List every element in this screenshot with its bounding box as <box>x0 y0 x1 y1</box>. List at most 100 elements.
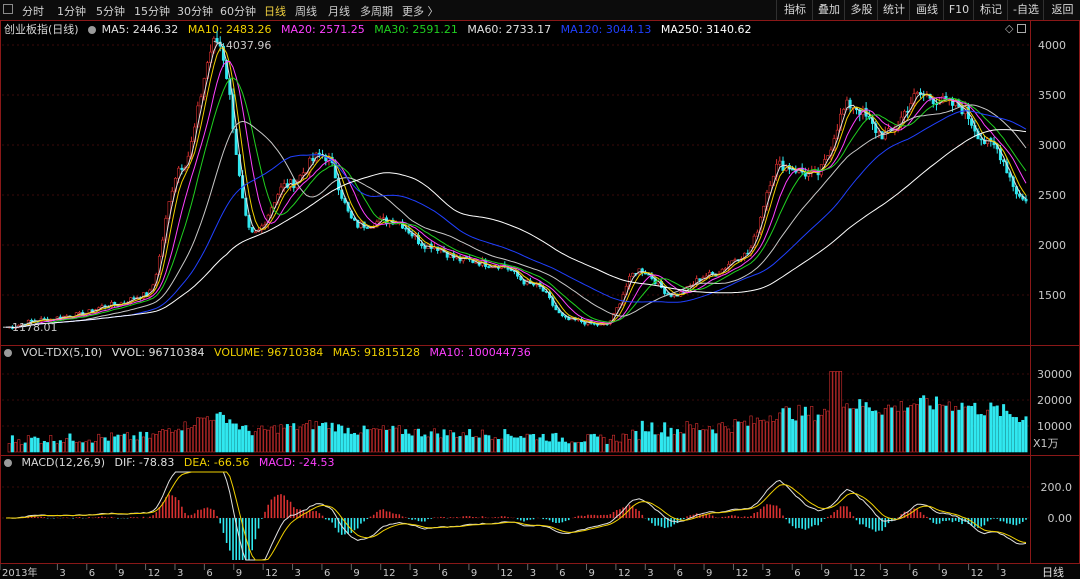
volume-bar <box>416 428 420 453</box>
volume-bar <box>711 429 715 453</box>
volume-bar <box>205 416 209 453</box>
volume-bar <box>679 432 683 453</box>
volume-bar <box>874 410 878 453</box>
volume-bar <box>231 423 235 453</box>
volume-bar <box>420 436 424 453</box>
low-annotation: 1178.01 <box>12 321 58 334</box>
volume-bar <box>474 436 478 453</box>
volume-bar <box>880 414 884 453</box>
volume-bar <box>570 441 574 453</box>
volume-bar <box>218 412 222 453</box>
volume-bar <box>797 404 801 453</box>
volume-bar <box>781 408 785 453</box>
date-label: 3 <box>59 568 65 579</box>
volume-bar <box>970 406 974 453</box>
volume-bar <box>196 417 200 453</box>
volume-bar <box>138 431 142 453</box>
volume-bar <box>49 435 53 453</box>
volume-bar <box>887 404 891 453</box>
volume-bar <box>835 371 839 453</box>
candle-body <box>301 172 305 176</box>
volume-bar <box>883 407 887 453</box>
date-label: 12 <box>735 568 748 579</box>
kline-chart[interactable]: 4037.96 1178.01 4000 3500 3000 2500 2000 1500 3… <box>0 0 1080 579</box>
volume-tick-label: 20000 <box>1037 394 1072 407</box>
volume-bar <box>775 419 779 453</box>
volume-bar <box>922 395 926 453</box>
volume-bar <box>592 433 596 453</box>
volume-bar <box>966 405 970 453</box>
volume-bar <box>423 434 427 453</box>
ma30-line <box>5 77 1027 329</box>
volume-bar <box>343 433 347 453</box>
volume-bar <box>375 428 379 453</box>
volume-bar <box>800 415 804 453</box>
volume-bar <box>126 432 130 453</box>
volume-unit-label: X1万 <box>1033 437 1059 450</box>
volume-bar <box>1024 416 1028 453</box>
volume-bar <box>560 437 564 453</box>
volume-bar <box>221 414 225 453</box>
volume-bar <box>618 441 622 453</box>
volume-bar <box>298 426 302 453</box>
volume-bar <box>353 432 357 453</box>
volume-bar <box>749 415 753 453</box>
volume-bar <box>132 435 136 453</box>
volume-bar <box>928 405 932 453</box>
candle-body <box>404 227 408 230</box>
volume-bar <box>116 434 120 453</box>
volume-bar <box>746 425 750 453</box>
volume-bar <box>311 429 315 453</box>
volume-bar <box>656 434 660 453</box>
volume-bar <box>269 426 273 453</box>
volume-bar <box>273 425 277 453</box>
volume-bar <box>628 438 632 453</box>
candle-body <box>592 322 596 325</box>
volume-bar <box>100 437 104 453</box>
volume-bar <box>289 426 293 453</box>
volume-bar <box>522 437 526 453</box>
volume-bar <box>583 441 587 453</box>
volume-bar <box>445 435 449 453</box>
volume-bar <box>954 406 958 453</box>
volume-bar <box>944 405 948 453</box>
volume-bar <box>602 436 606 453</box>
volume-bar <box>791 419 795 453</box>
volume-bar <box>909 405 913 453</box>
volume-bar <box>653 434 657 453</box>
volume-bar <box>458 436 462 453</box>
volume-bar <box>33 436 37 453</box>
date-label: 12 <box>853 568 866 579</box>
volume-bar <box>362 425 366 453</box>
volume-bar <box>10 435 14 453</box>
volume-bar <box>807 414 811 453</box>
volume-bar <box>52 440 56 453</box>
volume-bar <box>848 408 852 453</box>
volume-bar <box>186 428 190 453</box>
volume-bar <box>1018 421 1022 453</box>
volume-bar <box>979 414 983 453</box>
volume-bar <box>842 406 846 453</box>
candle-body <box>791 168 795 171</box>
candle-body <box>381 217 385 220</box>
volume-bar <box>612 434 616 453</box>
volume-bar <box>20 444 24 453</box>
volume-bar <box>893 405 897 453</box>
period-label: 日线 <box>1042 565 1064 579</box>
volume-bar <box>755 417 759 453</box>
date-label: 6 <box>89 568 95 579</box>
volume-bar <box>439 437 443 453</box>
volume-bar <box>551 433 555 453</box>
volume-bar <box>871 410 875 453</box>
candle-body <box>733 259 737 262</box>
volume-bar <box>65 438 69 453</box>
volume-bar <box>154 434 158 453</box>
date-label: 9 <box>706 568 712 579</box>
ma5-line <box>5 41 1027 328</box>
volume-bar <box>902 410 906 453</box>
volume-bar <box>535 439 539 453</box>
volume-bar <box>212 419 216 453</box>
volume-bar <box>778 412 782 453</box>
date-label: 6 <box>912 568 918 579</box>
volume-bar <box>170 431 174 453</box>
